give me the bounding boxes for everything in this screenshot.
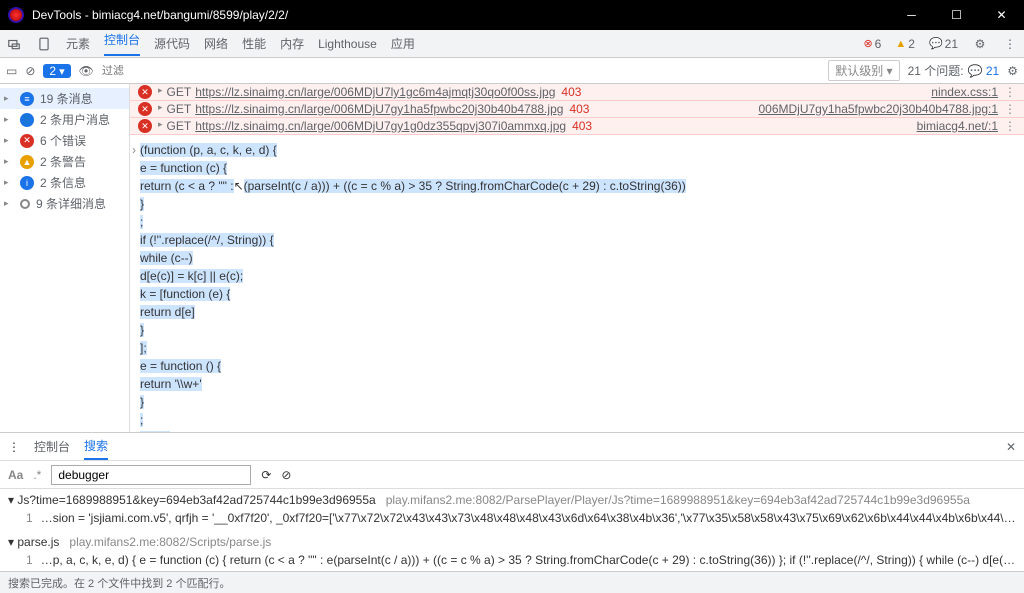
message-count-badge[interactable]: 💬 21 xyxy=(929,37,958,51)
error-icon: ✕ xyxy=(138,102,152,116)
clear-icon[interactable]: ⊘ xyxy=(281,468,291,482)
match-case-icon[interactable]: Aa xyxy=(8,468,23,482)
error-url[interactable]: https://lz.sinaimg.cn/large/006MDjU7gy1g… xyxy=(195,119,566,133)
drawer-tab-console[interactable]: 控制台 xyxy=(34,438,70,455)
error-source[interactable]: nindex.css:1 xyxy=(931,85,998,99)
search-results: ▾ Js?time=1689988951&key=694eb3af42ad725… xyxy=(0,489,1024,571)
error-source[interactable]: bimiacg4.net/:1 xyxy=(917,119,998,133)
error-source[interactable]: 006MDjU7gy1ha5fpwbc20j30b40b4788.jpg:1 xyxy=(758,102,998,116)
sidebar-user-messages[interactable]: ▸👤2 条用户消息 xyxy=(0,109,129,130)
devtools-tabbar: 元素 控制台 源代码 网络 性能 内存 Lighthouse 应用 ⊗ 6 ▲ … xyxy=(0,30,1024,58)
tab-performance[interactable]: 性能 xyxy=(242,35,266,52)
tab-console[interactable]: 控制台 xyxy=(104,31,140,56)
maximize-button[interactable]: ☐ xyxy=(934,0,979,30)
error-icon: ✕ xyxy=(138,85,152,99)
more-icon[interactable]: ⋮ xyxy=(1002,36,1018,52)
live-expression-icon[interactable]: 👁 xyxy=(79,64,94,78)
issues-count[interactable]: 21 个问题: 💬 21 xyxy=(908,62,1000,79)
result-file[interactable]: ▾ parse.js play.mifans2.me:8082/Scripts/… xyxy=(8,533,1016,551)
clear-console-icon[interactable]: ⊘ xyxy=(25,64,35,78)
drawer-tab-search[interactable]: 搜索 xyxy=(84,433,108,460)
error-row[interactable]: ✕▸ GET https://lz.sinaimg.cn/large/006MD… xyxy=(130,84,1024,101)
device-icon[interactable] xyxy=(36,36,52,52)
status-bar: 搜索已完成。在 2 个文件中找到 2 个匹配行。 xyxy=(0,571,1024,593)
sidebar-messages[interactable]: ▸≡19 条消息 xyxy=(0,88,129,109)
regex-icon[interactable]: .* xyxy=(33,468,41,482)
error-row[interactable]: ✕▸ GET https://lz.sinaimg.cn/large/006MD… xyxy=(130,118,1024,135)
result-line[interactable]: 1…p, a, c, k, e, d) { e = function (c) {… xyxy=(8,551,1016,569)
window-title: DevTools - bimiacg4.net/bangumi/8599/pla… xyxy=(32,8,889,22)
sidebar-info[interactable]: ▸i2 条信息 xyxy=(0,172,129,193)
console-output: ✕▸ GET https://lz.sinaimg.cn/large/006MD… xyxy=(130,84,1024,432)
drawer-menu-icon[interactable]: ⋮ xyxy=(8,440,20,454)
search-input[interactable] xyxy=(51,465,251,485)
sidebar-toggle-icon[interactable]: ▭ xyxy=(6,64,17,78)
sidebar-errors[interactable]: ▸✕6 个错误 xyxy=(0,130,129,151)
console-filterbar: ▭ ⊘ 2 ▾ 👁 默认级别 ▾ 21 个问题: 💬 21 ⚙ xyxy=(0,58,1024,84)
tab-memory[interactable]: 内存 xyxy=(280,35,304,52)
tab-sources[interactable]: 源代码 xyxy=(154,35,190,52)
result-file[interactable]: ▾ Js?time=1689988951&key=694eb3af42ad725… xyxy=(8,491,1016,509)
tab-lighthouse[interactable]: Lighthouse xyxy=(318,37,377,51)
minimize-button[interactable]: ─ xyxy=(889,0,934,30)
settings-icon[interactable]: ⚙ xyxy=(972,36,988,52)
sidebar-verbose[interactable]: ▸9 条详细消息 xyxy=(0,193,129,214)
context-selector[interactable]: 2 ▾ xyxy=(43,64,70,78)
console-settings-icon[interactable]: ⚙ xyxy=(1007,64,1018,78)
refresh-icon[interactable]: ⟳ xyxy=(261,468,271,482)
console-code-output[interactable]: › (function (p, a, c, k, e, d) { e = fun… xyxy=(130,135,1024,432)
tab-network[interactable]: 网络 xyxy=(204,35,228,52)
error-icon: ✕ xyxy=(138,119,152,133)
error-count-badge[interactable]: ⊗ 6 xyxy=(863,37,881,51)
devtools-icon xyxy=(8,7,24,23)
tab-elements[interactable]: 元素 xyxy=(66,35,90,52)
warning-count-badge[interactable]: ▲ 2 xyxy=(895,37,915,51)
error-url[interactable]: https://lz.sinaimg.cn/large/006MDjU7ly1g… xyxy=(195,85,555,99)
tab-application[interactable]: 应用 xyxy=(391,35,415,52)
error-url[interactable]: https://lz.sinaimg.cn/large/006MDjU7gy1h… xyxy=(195,102,563,116)
log-level-selector[interactable]: 默认级别 ▾ xyxy=(828,60,899,81)
error-row[interactable]: ✕▸ GET https://lz.sinaimg.cn/large/006MD… xyxy=(130,101,1024,118)
filter-input[interactable] xyxy=(102,65,162,77)
window-titlebar: DevTools - bimiacg4.net/bangumi/8599/pla… xyxy=(0,0,1024,30)
drawer: ⋮ 控制台 搜索 ✕ Aa .* ⟳ ⊘ ▾ Js?time=168998895… xyxy=(0,432,1024,571)
result-line[interactable]: 1…sion = 'jsjiami.com.v5', qrfjh = '__0x… xyxy=(8,509,1016,527)
sidebar-warnings[interactable]: ▸▲2 条警告 xyxy=(0,151,129,172)
close-button[interactable]: ✕ xyxy=(979,0,1024,30)
drawer-close-icon[interactable]: ✕ xyxy=(1006,440,1016,454)
inspect-icon[interactable] xyxy=(6,36,22,52)
console-sidebar: ▸≡19 条消息 ▸👤2 条用户消息 ▸✕6 个错误 ▸▲2 条警告 ▸i2 条… xyxy=(0,84,130,432)
